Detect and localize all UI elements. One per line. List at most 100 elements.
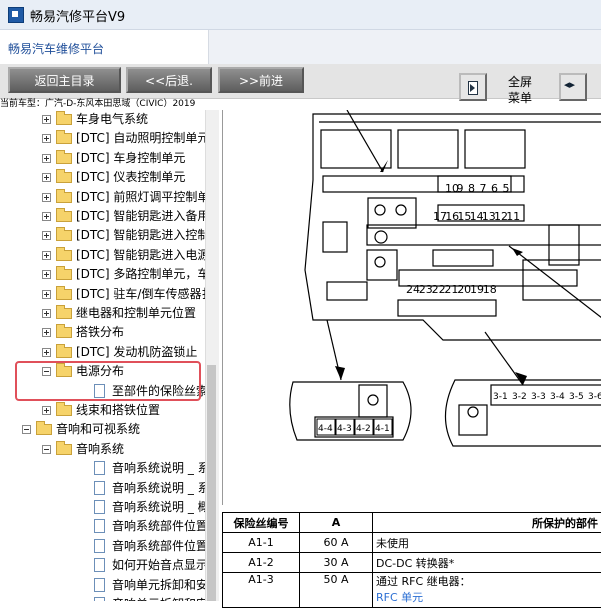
tree-item[interactable]: [DTC] 前照灯调平控制单 <box>0 188 205 207</box>
tree-item[interactable]: [DTC] 驻车/倒车传感器扌 <box>0 285 205 304</box>
component-cell: 未使用 <box>373 533 601 553</box>
tree-item[interactable]: 音响系统说明 _ 系统图 <box>0 459 205 478</box>
connector-pin-label: 3-1 <box>493 392 508 402</box>
tree-item[interactable]: [DTC] 智能钥匙进入控制 <box>0 226 205 245</box>
split-pane-icon[interactable] <box>559 73 587 101</box>
tree-item[interactable]: 音响系统 <box>0 440 205 459</box>
tree-item[interactable]: [DTC] 多路控制单元，车 <box>0 265 205 284</box>
document-icon <box>94 539 105 553</box>
navigation-tree: 车身电气系统[DTC] 自动照明控制单元[DTC] 车身控制单元[DTC] 仪表… <box>0 110 205 601</box>
tree-item[interactable]: 音响单元拆卸和安装 [ <box>0 595 205 601</box>
folder-icon <box>56 347 72 358</box>
document-icon <box>94 597 105 601</box>
fuse-number-row-top: 1098765 <box>445 182 510 195</box>
tree-item[interactable]: 音响系统部件位置索引 <box>0 537 205 556</box>
expand-icon[interactable] <box>42 270 51 279</box>
tree-item[interactable]: 车身电气系统 <box>0 110 205 129</box>
tree-item-label: 车身电气系统 <box>76 110 148 129</box>
fuse-label: 8 <box>468 182 475 195</box>
folder-icon <box>56 308 72 319</box>
tree-item[interactable]: [DTC] 智能钥匙进入备用 <box>0 207 205 226</box>
tree-item[interactable]: 音响单元拆卸和安装 [ <box>0 576 205 595</box>
fuse-box-diagram: 1098765 17161514131211 24232221201918 4-… <box>222 110 601 505</box>
fullscreen-icon[interactable] <box>459 73 487 101</box>
back-button[interactable]: <<后退. <box>126 67 212 93</box>
expand-icon[interactable] <box>42 173 51 182</box>
expand-icon[interactable] <box>42 328 51 337</box>
forward-button[interactable]: >>前进 <box>218 67 304 93</box>
tree-item[interactable]: 音响系统说明 _ 系统图 <box>0 479 205 498</box>
folder-icon <box>56 153 72 164</box>
folder-icon <box>56 289 72 300</box>
folder-icon <box>56 230 72 241</box>
expand-icon[interactable] <box>42 154 51 163</box>
tree-item[interactable]: 线束和搭铁位置 <box>0 401 205 420</box>
fuse-label: 11 <box>506 210 520 223</box>
fullscreen-menu-button[interactable]: 全屏 菜单 <box>500 74 540 106</box>
fuse-number-cell: A1-2 <box>223 553 300 573</box>
tree-item[interactable]: 音响系统说明 _ 概述 <box>0 498 205 517</box>
tree-item[interactable]: 音响和可视系统 <box>0 420 205 439</box>
expand-icon[interactable] <box>42 348 51 357</box>
document-icon <box>94 500 105 514</box>
tree-item[interactable]: [DTC] 仪表控制单元 <box>0 168 205 187</box>
expand-icon[interactable] <box>42 406 51 415</box>
component-text: 通过 RFC 继电器： <box>376 573 598 589</box>
fuse-number-cell: A1-1 <box>223 533 300 553</box>
tree-item-label: 搭铁分布 <box>76 323 124 342</box>
window-title: 畅易汽修平台V9 <box>30 6 125 25</box>
selection-highlight-box <box>15 361 201 401</box>
folder-icon <box>56 250 72 261</box>
expand-icon[interactable] <box>42 134 51 143</box>
tree-item-label: 音响系统说明 _ 概述 <box>112 498 205 517</box>
connector-pin-label: 4-4 <box>318 424 333 434</box>
tree-item[interactable]: [DTC] 发动机防盗锁止 <box>0 343 205 362</box>
expand-icon[interactable] <box>42 309 51 318</box>
connector-pin-label: 4-1 <box>375 424 390 434</box>
folder-open-icon <box>36 424 52 435</box>
tree-item[interactable]: 音响系统部件位置索引 <box>0 517 205 536</box>
document-icon <box>94 481 105 495</box>
home-button[interactable]: 返回主目录 <box>8 67 121 93</box>
tree-item[interactable]: 继电器和控制单元位置 <box>0 304 205 323</box>
tree-item[interactable]: 搭铁分布 <box>0 323 205 342</box>
table-row: A1-3 50 A 通过 RFC 继电器： RFC 单元 <box>223 573 601 608</box>
table-row: A1-1 60 A 未使用 <box>223 533 601 553</box>
fuse-label: 9 <box>457 182 464 195</box>
document-icon <box>94 558 105 572</box>
component-link[interactable]: RFC 单元 <box>376 589 598 605</box>
tree-item-label: [DTC] 智能钥匙进入控制 <box>76 226 205 245</box>
tree-item[interactable]: 如何开始音点显示系统 <box>0 556 205 575</box>
expand-icon[interactable] <box>42 231 51 240</box>
fuse-label: 6 <box>491 182 498 195</box>
fuse-label: 18 <box>483 283 497 296</box>
folder-icon <box>56 211 72 222</box>
tree-scrollbar-thumb[interactable] <box>207 365 216 601</box>
collapse-icon[interactable] <box>22 425 31 434</box>
tree-item-label: 继电器和控制单元位置 <box>76 304 196 323</box>
expand-icon[interactable] <box>42 290 51 299</box>
folder-icon <box>56 269 72 280</box>
expand-icon[interactable] <box>42 193 51 202</box>
fuse-table: 保险丝编号 A 所保护的部件 A1-1 60 A 未使用 A1-2 30 A D… <box>222 512 601 608</box>
folder-icon <box>56 133 72 144</box>
connector-pin-label: 3-6 <box>588 392 601 402</box>
tree-item-label: [DTC] 前照灯调平控制单 <box>76 188 205 207</box>
collapse-icon[interactable] <box>42 445 51 454</box>
tree-item[interactable]: [DTC] 车身控制单元 <box>0 149 205 168</box>
expand-icon[interactable] <box>42 212 51 221</box>
fullscreen-label-line2: 菜单 <box>500 90 540 106</box>
expand-icon[interactable] <box>42 251 51 260</box>
folder-icon <box>56 327 72 338</box>
fuse-box-drawing: 1098765 17161514131211 24232221201918 4-… <box>223 110 601 505</box>
tree-item[interactable]: [DTC] 智能钥匙进入电源 <box>0 246 205 265</box>
tree-item-label: [DTC] 仪表控制单元 <box>76 168 185 187</box>
amperage-cell: 30 A <box>300 553 373 573</box>
tree-item-label: 音响系统 <box>76 440 124 459</box>
expand-icon[interactable] <box>42 115 51 124</box>
column-header: A <box>300 513 373 533</box>
column-header: 保险丝编号 <box>223 513 300 533</box>
component-cell: 通过 RFC 继电器： RFC 单元 <box>373 573 601 608</box>
tree-item[interactable]: [DTC] 自动照明控制单元 <box>0 129 205 148</box>
tree-item-label: [DTC] 智能钥匙进入电源 <box>76 246 205 265</box>
